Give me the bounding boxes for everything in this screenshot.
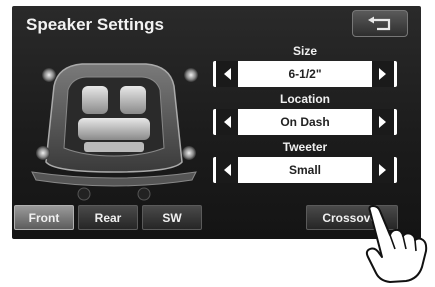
tab-rear[interactable]: Rear [78, 205, 138, 230]
size-prev-button[interactable] [216, 61, 238, 87]
tweeter-value: Small [288, 163, 321, 177]
location-label: Location [280, 92, 330, 106]
tweeter-next-button[interactable] [372, 157, 394, 183]
arrow-right-icon [379, 116, 386, 128]
location-prev-button[interactable] [216, 109, 238, 135]
back-button[interactable] [352, 10, 408, 37]
tab-sw[interactable]: SW [142, 205, 202, 230]
arrow-right-icon [379, 68, 386, 80]
tweeter-label: Tweeter [282, 140, 328, 154]
size-selector: 6-1/2" [213, 61, 397, 87]
location-next-button[interactable] [372, 109, 394, 135]
arrow-right-icon [379, 164, 386, 176]
tweeter-selector: Small [213, 157, 397, 183]
arrow-left-icon [224, 116, 231, 128]
arrow-left-icon [224, 68, 231, 80]
speaker-rear-right-icon [182, 146, 196, 160]
page-title: Speaker Settings [26, 15, 164, 34]
tab-front[interactable]: Front [14, 205, 74, 230]
speaker-settings-screen: Speaker Settings Size 6-1/2" Location On… [12, 6, 421, 239]
return-arrow-icon [368, 16, 391, 31]
car-speaker-diagram [24, 44, 204, 202]
arrow-left-icon [224, 164, 231, 176]
speaker-front-right-icon [184, 68, 198, 82]
size-next-button[interactable] [372, 61, 394, 87]
size-label: Size [292, 44, 317, 58]
speaker-rear-left-icon [36, 146, 50, 160]
location-selector: On Dash [213, 109, 397, 135]
size-value: 6-1/2" [288, 67, 322, 81]
pointing-hand-icon [365, 205, 428, 283]
speaker-front-left-icon [42, 68, 56, 82]
location-value: On Dash [280, 115, 330, 129]
tweeter-prev-button[interactable] [216, 157, 238, 183]
